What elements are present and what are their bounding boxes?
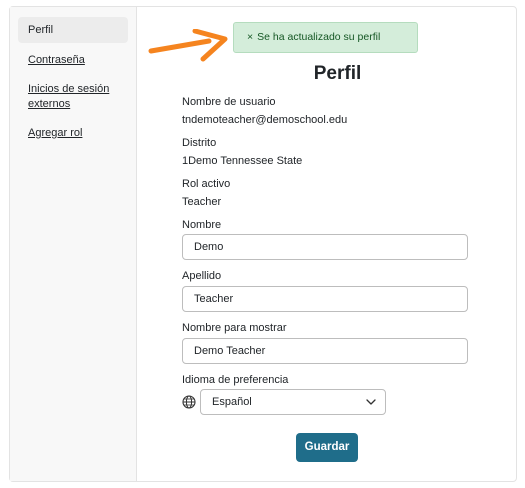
sidebar-item-perfil[interactable]: Perfil: [18, 17, 128, 43]
sidebar-item-label: Inicios de sesión externos: [28, 83, 110, 110]
display-name-field[interactable]: Demo Teacher: [182, 338, 468, 364]
close-icon[interactable]: ×: [247, 31, 253, 43]
chevron-down-icon: [366, 399, 376, 405]
success-alert: × Se ha actualizado su perfil: [233, 22, 418, 53]
language-selected-value: Español: [212, 396, 252, 408]
last-name-label: Apellido: [182, 270, 222, 282]
last-name-field[interactable]: Teacher: [182, 286, 468, 312]
role-label: Rol activo: [182, 178, 231, 190]
sidebar-item-label: Contraseña: [28, 54, 85, 66]
arrow-right-icon: [148, 29, 228, 62]
save-button[interactable]: Guardar: [296, 433, 358, 462]
display-name-label: Nombre para mostrar: [182, 322, 287, 334]
district-value: 1Demo Tennessee State: [182, 155, 303, 167]
username-label: Nombre de usuario: [182, 96, 276, 108]
role-value: Teacher: [182, 196, 222, 208]
page-title: Perfil: [313, 63, 362, 84]
profile-panel: Perfil Contraseña Inicios de sesión exte…: [9, 6, 517, 482]
globe-icon: [182, 395, 196, 409]
sidebar-item-external-logins[interactable]: Inicios de sesión externos: [18, 82, 128, 112]
main-content: × Se ha actualizado su perfil Perfil Nomb…: [137, 7, 516, 481]
sidebar-item-contrasena[interactable]: Contraseña: [18, 53, 128, 68]
first-name-field[interactable]: Demo: [182, 234, 468, 260]
sidebar-item-add-role[interactable]: Agregar rol: [18, 126, 128, 141]
district-label: Distrito: [182, 137, 217, 149]
username-value: tndemoteacher@demoschool.edu: [182, 114, 348, 126]
sidebar: Perfil Contraseña Inicios de sesión exte…: [10, 7, 137, 481]
first-name-label: Nombre: [182, 219, 222, 231]
sidebar-item-label: Perfil: [28, 24, 54, 36]
language-label: Idioma de preferencia: [182, 374, 289, 386]
language-select[interactable]: Español: [200, 389, 386, 415]
alert-message: Se ha actualizado su perfil: [257, 31, 381, 43]
sidebar-item-label: Agregar rol: [28, 127, 83, 139]
